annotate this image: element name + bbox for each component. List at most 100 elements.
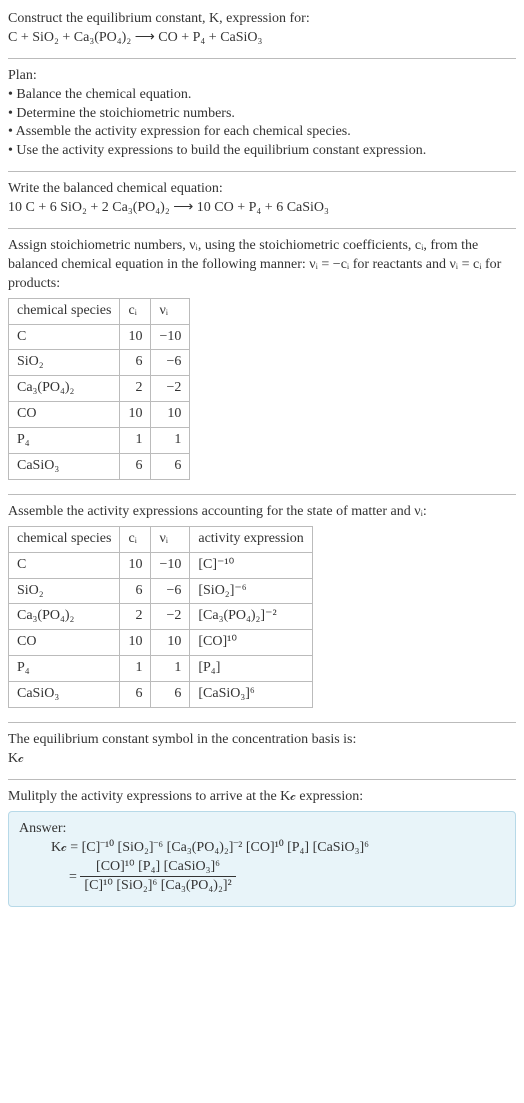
plan-heading: Plan: [8,67,516,86]
cell-ci: 10 [120,552,151,578]
divider [8,779,516,780]
cell-ci: 6 [120,350,151,376]
table-row: SiO₂ 6 −6 [SiO₂]⁻⁶ [9,578,313,604]
fraction-numerator: [CO]¹⁰ [P₄] [CaSiO₃]⁶ [80,858,235,878]
cell-vi: −2 [151,376,190,402]
col-species: chemical species [9,526,120,552]
divider [8,494,516,495]
cell-species: CO [9,630,120,656]
problem-statement: Construct the equilibrium constant, K, e… [8,6,516,54]
table-row: C 10 −10 [9,324,190,350]
activity-intro: Assemble the activity expressions accoun… [8,503,516,522]
problem-equation: C + SiO₂ + Ca₃(PO₄)₂ ⟶ CO + P₄ + CaSiO₃ [8,29,516,48]
problem-title: Construct the equilibrium constant, K, e… [8,10,516,29]
stoich-section: Assign stoichiometric numbers, νᵢ, using… [8,233,516,490]
table-row: Ca₃(PO₄)₂ 2 −2 [9,376,190,402]
cell-species: P₄ [9,656,120,682]
col-ci: cᵢ [120,298,151,324]
answer-fraction: [CO]¹⁰ [P₄] [CaSiO₃]⁶ [C]¹⁰ [SiO₂]⁶ [Ca₃… [80,858,235,897]
cell-vi: −10 [151,324,190,350]
cell-ci: 1 [120,656,151,682]
cell-species: CaSiO₃ [9,682,120,708]
cell-ci: 10 [120,324,151,350]
answer-box: Answer: K𝒸 = [C]⁻¹⁰ [SiO₂]⁻⁶ [Ca₃(PO₄)₂]… [8,811,516,908]
cell-vi: 6 [151,682,190,708]
answer-expression: K𝒸 = [C]⁻¹⁰ [SiO₂]⁻⁶ [Ca₃(PO₄)₂]⁻² [CO]¹… [19,839,505,897]
table-header-row: chemical species cᵢ νᵢ [9,298,190,324]
activity-table: chemical species cᵢ νᵢ activity expressi… [8,526,313,708]
cell-expr: [CO]¹⁰ [190,630,312,656]
cell-ci: 10 [120,630,151,656]
cell-species: SiO₂ [9,578,120,604]
cell-ci: 2 [120,604,151,630]
cell-vi: 1 [151,656,190,682]
table-row: CaSiO₃ 6 6 [9,454,190,480]
cell-species: Ca₃(PO₄)₂ [9,604,120,630]
cell-ci: 6 [120,578,151,604]
col-species: chemical species [9,298,120,324]
cell-species: CO [9,402,120,428]
cell-vi: −6 [151,350,190,376]
table-header-row: chemical species cᵢ νᵢ activity expressi… [9,526,313,552]
cell-vi: 6 [151,454,190,480]
plan-item: • Balance the chemical equation. [8,86,516,105]
symbol-line1: The equilibrium constant symbol in the c… [8,731,516,750]
answer-label: Answer: [19,820,505,839]
balanced-equation: 10 C + 6 SiO₂ + 2 Ca₃(PO₄)₂ ⟶ 10 CO + P₄… [8,199,516,218]
plan-item: • Determine the stoichiometric numbers. [8,105,516,124]
cell-species: C [9,324,120,350]
cell-vi: 1 [151,428,190,454]
cell-ci: 6 [120,682,151,708]
cell-expr: [Ca₃(PO₄)₂]⁻² [190,604,312,630]
cell-expr: [C]⁻¹⁰ [190,552,312,578]
cell-expr: [CaSiO₃]⁶ [190,682,312,708]
cell-ci: 1 [120,428,151,454]
table-row: CO 10 10 [CO]¹⁰ [9,630,313,656]
cell-vi: −10 [151,552,190,578]
table-row: C 10 −10 [C]⁻¹⁰ [9,552,313,578]
cell-vi: 10 [151,630,190,656]
balanced-section: Write the balanced chemical equation: 10… [8,176,516,224]
plan-item: • Use the activity expressions to build … [8,142,516,161]
table-row: SiO₂ 6 −6 [9,350,190,376]
cell-species: SiO₂ [9,350,120,376]
cell-species: C [9,552,120,578]
cell-ci: 2 [120,376,151,402]
cell-species: P₄ [9,428,120,454]
fraction-denominator: [C]¹⁰ [SiO₂]⁶ [Ca₃(PO₄)₂]² [80,877,235,896]
cell-species: Ca₃(PO₄)₂ [9,376,120,402]
multiply-heading: Mulitply the activity expressions to arr… [8,788,516,807]
cell-vi: −2 [151,604,190,630]
divider [8,722,516,723]
plan-item: • Assemble the activity expression for e… [8,123,516,142]
table-row: P₄ 1 1 [P₄] [9,656,313,682]
cell-species: CaSiO₃ [9,454,120,480]
table-row: P₄ 1 1 [9,428,190,454]
cell-vi: 10 [151,402,190,428]
col-expr: activity expression [190,526,312,552]
activity-section: Assemble the activity expressions accoun… [8,499,516,718]
multiply-section: Mulitply the activity expressions to arr… [8,784,516,913]
cell-expr: [P₄] [190,656,312,682]
col-ci: cᵢ [120,526,151,552]
cell-ci: 6 [120,454,151,480]
stoich-intro: Assign stoichiometric numbers, νᵢ, using… [8,237,516,294]
col-vi: νᵢ [151,298,190,324]
balanced-heading: Write the balanced chemical equation: [8,180,516,199]
divider [8,58,516,59]
answer-line2: = [CO]¹⁰ [P₄] [CaSiO₃]⁶ [C]¹⁰ [SiO₂]⁶ [C… [69,858,505,897]
table-row: CO 10 10 [9,402,190,428]
cell-expr: [SiO₂]⁻⁶ [190,578,312,604]
table-row: CaSiO₃ 6 6 [CaSiO₃]⁶ [9,682,313,708]
table-row: Ca₃(PO₄)₂ 2 −2 [Ca₃(PO₄)₂]⁻² [9,604,313,630]
cell-ci: 10 [120,402,151,428]
divider [8,171,516,172]
stoich-table: chemical species cᵢ νᵢ C 10 −10 SiO₂ 6 −… [8,298,190,480]
document-root: Construct the equilibrium constant, K, e… [0,0,524,925]
divider [8,228,516,229]
symbol-section: The equilibrium constant symbol in the c… [8,727,516,775]
col-vi: νᵢ [151,526,190,552]
plan-section: Plan: • Balance the chemical equation. •… [8,63,516,167]
symbol-line2: K𝒸 [8,750,516,769]
answer-line1: K𝒸 = [C]⁻¹⁰ [SiO₂]⁻⁶ [Ca₃(PO₄)₂]⁻² [CO]¹… [51,839,505,858]
